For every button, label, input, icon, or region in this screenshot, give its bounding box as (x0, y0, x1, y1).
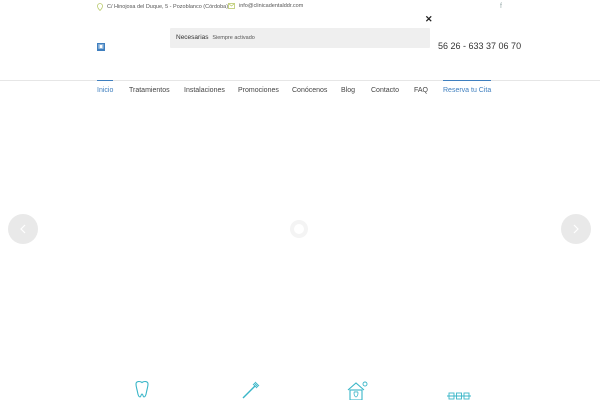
nav-item-tratamientos[interactable]: Tratamientos (129, 87, 170, 94)
braces-icon[interactable] (446, 380, 472, 400)
slider-next-button[interactable] (561, 214, 591, 244)
dental-clinic-icon[interactable] (346, 380, 368, 400)
nav-item-instalaciones[interactable]: Instalaciones (184, 87, 225, 94)
top-bar: C/ Hinojosa del Duque, 5 - Pozoblanco (C… (0, 0, 600, 14)
hero-slider (0, 101, 600, 361)
cookie-category-label: Necesarias (176, 34, 209, 41)
cookie-category-panel[interactable]: Necesarias Siempre activado (170, 28, 430, 48)
clinic-logo-icon[interactable]: ▣ (97, 43, 105, 51)
close-icon[interactable]: ✕ (425, 14, 433, 25)
slider-prev-button[interactable] (8, 214, 38, 244)
nav-item-reserva[interactable]: Reserva tu Cita (443, 80, 492, 94)
chevron-right-icon (573, 224, 579, 234)
nav-item-blog[interactable]: Blog (341, 87, 355, 94)
nav-item-faq[interactable]: FAQ (414, 87, 428, 94)
envelope-icon (228, 3, 235, 9)
phone-number[interactable]: 56 26 - 633 37 06 70 (438, 41, 521, 51)
services-row (0, 380, 600, 400)
address-item: C/ Hinojosa del Duque, 5 - Pozoblanco (C… (97, 3, 228, 11)
chevron-left-icon (20, 224, 26, 234)
nav-item-promociones[interactable]: Promociones (238, 87, 279, 94)
address-text: C/ Hinojosa del Duque, 5 - Pozoblanco (C… (107, 4, 229, 10)
email-item[interactable]: info@clinicadentalddr.com (228, 3, 303, 9)
cookie-category: Necesarias Siempre activado (176, 34, 255, 41)
email-link[interactable]: info@clinicadentalddr.com (239, 3, 303, 9)
location-pin-icon (97, 3, 103, 11)
main-nav: Inicio Tratamientos Instalaciones Promoc… (0, 80, 600, 102)
nav-item-inicio[interactable]: Inicio (97, 80, 114, 94)
facebook-icon[interactable]: f (500, 3, 502, 10)
loading-spinner-icon (290, 220, 308, 238)
toothbrush-icon[interactable] (240, 380, 260, 400)
tooth-icon[interactable] (133, 380, 151, 400)
nav-item-contacto[interactable]: Contacto (371, 87, 399, 94)
nav-item-conocenos[interactable]: Conócenos (292, 87, 327, 94)
cookie-category-status: Siempre activado (212, 35, 255, 41)
